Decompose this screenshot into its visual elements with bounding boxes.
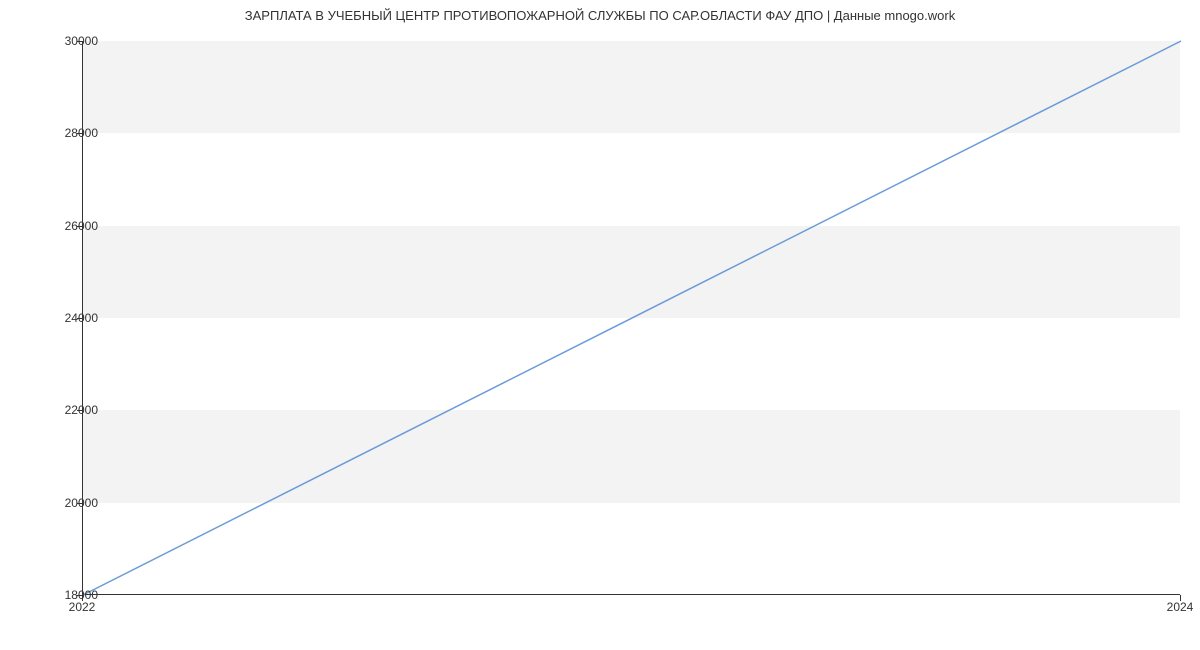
y-axis-tick-label: 30000 xyxy=(38,34,98,48)
x-axis-tick-label: 2022 xyxy=(69,600,96,614)
y-axis-tick-label: 28000 xyxy=(38,126,98,140)
chart-title: ЗАРПЛАТА В УЧЕБНЫЙ ЦЕНТР ПРОТИВОПОЖАРНОЙ… xyxy=(0,8,1200,23)
y-axis-tick-label: 22000 xyxy=(38,403,98,417)
line-series xyxy=(83,41,1180,594)
x-axis-tick-mark xyxy=(82,595,83,601)
x-axis-tick-label: 2024 xyxy=(1167,600,1194,614)
x-axis-tick-mark xyxy=(1180,595,1181,601)
y-axis-tick-label: 26000 xyxy=(38,219,98,233)
plot-area xyxy=(82,41,1180,595)
y-axis-tick-label: 24000 xyxy=(38,311,98,325)
y-axis-tick-label: 20000 xyxy=(38,496,98,510)
